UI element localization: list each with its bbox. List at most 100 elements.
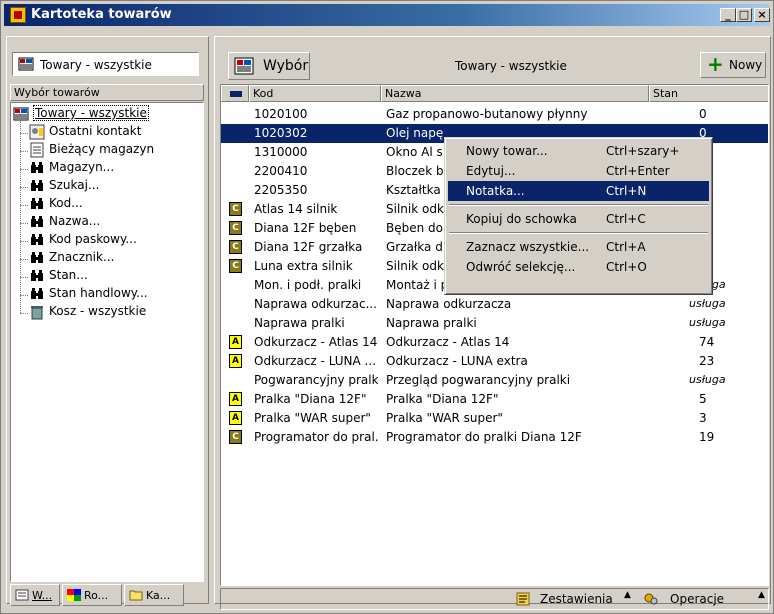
marker-icon [230,91,242,97]
status-badge: C [229,259,242,273]
colors-icon [67,589,81,601]
app-icon [10,7,26,23]
dropdown-value: Towary - wszystkie [40,58,152,72]
left-tabs: W... Ro... Ka... [10,584,204,606]
new-button[interactable]: + Nowy [700,52,766,78]
contact-icon [29,124,45,140]
menu-item[interactable]: Kopiuj do schowka Ctrl+C [448,209,709,229]
goods-filter-dropdown[interactable]: Towary - wszystkie [12,52,199,76]
table-row[interactable]: A Pralka "Diana 12F" Pralka "Diana 12F" 5 [221,390,768,409]
table-row[interactable]: Naprawa pralki Naprawa pralki usługa [221,314,768,333]
status-badge: A [229,411,242,425]
menu-item-shortcut: Ctrl+N [606,184,647,198]
status-badge: A [229,392,242,406]
tree-connector [20,313,28,314]
cell-kod: Pralka "WAR super" [254,411,371,425]
left-tab[interactable]: Ro... [62,584,122,606]
binoculars-icon [29,178,45,194]
menu-item[interactable]: Edytuj... Ctrl+Enter [448,161,709,181]
menu-item-shortcut: Ctrl+Enter [606,164,670,178]
table-row[interactable]: A Pralka "WAR super" Pralka "WAR super" 3 [221,409,768,428]
table-row[interactable]: A Odkurzacz - Atlas 14 Odkurzacz - Atlas 1… [221,333,768,352]
cell-kod: Pralka "Diana 12F" [254,392,367,406]
tree-connector [20,205,28,206]
cell-nazwa: Naprawa odkurzacza [386,297,512,311]
cell-nazwa: Pralka "WAR super" [386,411,503,425]
tree-item-label: Stan handlowy... [49,286,148,300]
table-row[interactable]: Naprawa odkurzac... Naprawa odkurzacza usł… [221,295,768,314]
cell-nazwa: Gaz propanowo-butanowy płynny [386,107,588,121]
document-icon [15,589,29,601]
column-header-stan[interactable]: Stan [649,85,768,102]
cell-kod: 1020100 [254,107,308,121]
window-title: Kartoteka towarów [31,7,172,22]
menu-item-label: Zaznacz wszystkie... [466,240,590,254]
table-row[interactable]: C Programator do pral... Programator do pr… [221,428,768,447]
tree-item-label: Magazyn... [49,160,115,174]
table-row[interactable]: A Odkurzacz - LUNA ... Odkurzacz - LUNA ex… [221,352,768,371]
cell-kod: Naprawa pralki [254,316,345,330]
menu-item[interactable]: Notatka... Ctrl+N [448,181,709,201]
binoculars-icon [29,268,45,284]
menu-item-label: Odwróć selekcję... [466,260,576,274]
table-header: Kod Nazwa Stan [221,85,768,102]
left-tab[interactable]: W... [10,584,60,606]
maximize-button[interactable]: □ [736,8,752,22]
cell-nazwa: Naprawa pralki [386,316,477,330]
wybor-button[interactable]: Wybór [228,52,310,80]
status-badge: C [229,240,242,254]
menu-item[interactable]: Zaznacz wszystkie... Ctrl+A [448,237,709,257]
column-header-marker[interactable] [221,85,249,102]
tree-connector [20,241,28,242]
menu-item-shortcut: Ctrl+szary+ [606,144,680,158]
gears-icon [644,593,658,605]
minimize-button[interactable]: _ [720,8,736,22]
binoculars-icon [29,214,45,230]
tree-connector [20,151,28,152]
menu-item[interactable]: Odwróć selekcję... Ctrl+O [448,257,709,277]
tree-item-label: Kod... [49,196,83,210]
tree-item-label: Kod paskowy... [49,232,137,246]
goods-icon [234,57,254,75]
zestawienia-button[interactable]: Zestawienia ▲ [512,588,634,610]
tree-item-label: Szukaj... [49,178,100,192]
cell-stan: 0 [699,107,707,121]
cell-nazwa: Pralka "Diana 12F" [386,392,499,406]
title-bar[interactable]: Kartoteka towarów _ □ × [4,4,770,26]
table-row[interactable]: 1020100 Gaz propanowo-butanowy płynny 0 [221,105,768,124]
tree-item-label: Ostatni kontakt [49,124,142,138]
column-header-kod[interactable]: Kod [249,85,381,102]
operacje-button[interactable]: Operacje ▲ [640,588,768,610]
tree-header: Wybór towarów [10,84,204,101]
caret-up-icon: ▲ [758,590,765,600]
cell-stan: usługa [689,297,726,310]
plus-icon: + [707,52,724,76]
close-button[interactable]: × [754,8,770,22]
wybor-label: Wybór [263,58,309,74]
zestawienia-label: Zestawienia [540,592,613,606]
cell-nazwa: Przegląd pogwarancyjny pralki [386,373,571,387]
cell-kod: Programator do pral... [254,430,378,444]
status-badge: C [229,221,242,235]
goods-icon [13,106,29,122]
menu-item-label: Nowy towar... [466,144,548,158]
tree-connector [20,223,28,224]
cell-kod: Naprawa odkurzac... [254,297,377,311]
menu-item-shortcut: Ctrl+C [606,212,646,226]
menu-item-label: Edytuj... [466,164,516,178]
caret-up-icon: ▲ [624,590,631,600]
cell-kod: 1020302 [254,126,308,140]
table-row[interactable]: Pogwarancyjny pralki Przegląd pogwarancyj… [221,371,768,390]
left-tab[interactable]: Ka... [124,584,184,606]
tree-item-label: Kosz - wszystkie [49,304,147,318]
status-badge: C [229,430,242,444]
tree-item-label: Towary - wszystkie [33,105,149,121]
column-header-nazwa[interactable]: Nazwa [381,85,649,102]
menu-item-label: Kopiuj do schowka [466,212,577,226]
cell-kod: Luna extra silnik [254,259,353,273]
status-badge: C [229,202,242,216]
selection-tree[interactable]: Towary - wszystkie Ostatni kontakt Bieżący… [10,102,204,582]
cell-kod: Odkurzacz - Atlas 14 [254,335,378,349]
menu-item[interactable]: Nowy towar... Ctrl+szary+ [448,141,709,161]
binoculars-icon [29,160,45,176]
